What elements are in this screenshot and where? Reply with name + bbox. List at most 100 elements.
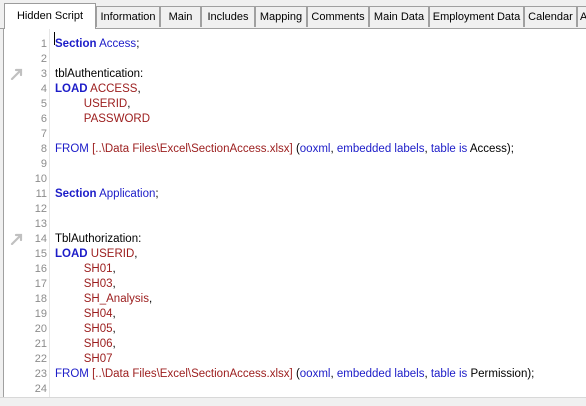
plain-token: ( — [292, 368, 300, 380]
identifier-token: FROM — [55, 143, 89, 155]
tab-mapping[interactable]: Mapping — [255, 6, 307, 27]
line-code: SH_Analysis, — [55, 292, 152, 307]
field-token: USERID — [83, 98, 128, 110]
script-line: 17 SH03, — [4, 277, 586, 292]
script-editor[interactable]: 1 Section Access; 2 3 tblAuthentication: 4 LOA… — [3, 29, 586, 397]
field-token: SH07 — [83, 353, 113, 365]
script-line: 24 — [4, 382, 586, 397]
script-line: 1 Section Access; — [4, 37, 586, 52]
line-code: SH03, — [55, 277, 116, 292]
tab-information[interactable]: Information — [96, 6, 160, 27]
script-line: 23 FROM [..\Data Files\Excel\SectionAcces… — [4, 367, 586, 382]
tab-comments[interactable]: Comments — [307, 6, 369, 27]
plain-token: , — [112, 263, 116, 275]
script-line: 12 — [4, 202, 586, 217]
identifier-token: Access — [99, 38, 137, 50]
plain-token: , — [112, 308, 116, 320]
line-code: tblAuthentication: — [55, 67, 143, 82]
plain-token: , — [112, 323, 116, 335]
tab-main[interactable]: Main — [160, 6, 201, 27]
line-code: LOAD USERID, — [55, 247, 137, 262]
line-number: 17 — [34, 278, 47, 290]
line-code: SH07 — [55, 352, 113, 367]
script-line: 6 PASSWORD — [4, 112, 586, 127]
field-token: SH03 — [83, 278, 113, 290]
script-line: 10 — [4, 172, 586, 187]
script-line: 2 — [4, 52, 586, 67]
plain-token: , — [137, 83, 141, 95]
tab-hidden-script[interactable]: Hidden Script — [4, 3, 96, 29]
identifier-token: FROM — [55, 368, 89, 380]
line-code: FROM [..\Data Files\Excel\SectionAccess.… — [55, 142, 514, 157]
line-number: 15 — [34, 248, 47, 260]
field-token: SH05 — [83, 323, 113, 335]
line-number: 19 — [34, 308, 47, 320]
plain-token: Access); — [467, 143, 514, 155]
identifier-token: ooxml — [299, 143, 331, 155]
line-number: 10 — [34, 173, 47, 185]
script-line: 14 TblAuthorization: — [4, 232, 586, 247]
plain-token: tblAuthentication: — [55, 68, 144, 80]
line-code: USERID, — [55, 97, 131, 112]
line-code: SH04, — [55, 307, 116, 322]
line-number: 14 — [34, 233, 47, 245]
line-number: 3 — [40, 68, 47, 80]
tab-employment-data[interactable]: Employment Data — [429, 6, 524, 27]
tab-calendar[interactable]: Calendar — [524, 6, 577, 27]
plain-token: , — [148, 293, 153, 305]
line-code: SH06, — [55, 337, 116, 352]
line-number: 12 — [34, 203, 47, 215]
keyword-token: LOAD — [55, 248, 88, 260]
script-line: 3 tblAuthentication: — [4, 67, 586, 82]
tab-overflow-partial[interactable]: A — [577, 6, 586, 27]
keyword-token: LOAD — [55, 83, 88, 95]
script-line: 21 SH06, — [4, 337, 586, 352]
script-line: 19 SH04, — [4, 307, 586, 322]
line-number: 13 — [34, 218, 47, 230]
line-number: 1 — [40, 38, 47, 50]
script-line: 13 — [4, 217, 586, 232]
line-number: 20 — [34, 323, 47, 335]
keyword-token: Section — [55, 38, 97, 50]
field-token: SH_Analysis — [83, 293, 149, 305]
script-line: 8 FROM [..\Data Files\Excel\SectionAccess… — [4, 142, 586, 157]
plain-token: , — [112, 278, 116, 290]
identifier-token: Application — [99, 188, 156, 200]
line-number: 24 — [34, 383, 47, 395]
line-code: LOAD ACCESS, — [55, 82, 141, 97]
tab-includes[interactable]: Includes — [201, 6, 255, 27]
text-caret — [54, 32, 55, 45]
line-code: PASSWORD — [55, 112, 150, 127]
identifier-token: table is — [430, 143, 468, 155]
plain-token: Permission); — [467, 368, 535, 380]
script-line: 5 USERID, — [4, 97, 586, 112]
field-token: ACCESS — [90, 83, 138, 95]
script-line: 4 LOAD ACCESS, — [4, 82, 586, 97]
field-token: PASSWORD — [83, 113, 151, 125]
line-number: 18 — [34, 293, 47, 305]
line-code: SH01, — [55, 262, 116, 277]
script-line: 11 Section Application; — [4, 187, 586, 202]
identifier-token: embedded labels — [336, 368, 425, 380]
line-number: 5 — [40, 98, 47, 110]
plain-token: , — [134, 248, 138, 260]
script-line: 16 SH01, — [4, 262, 586, 277]
line-number: 11 — [35, 188, 47, 200]
script-line: 22 SH07 — [4, 352, 586, 367]
line-code: FROM [..\Data Files\Excel\SectionAccess.… — [55, 367, 534, 382]
plain-token: TblAuthorization: — [55, 233, 142, 245]
field-token: [..\Data Files\Excel\SectionAccess.xlsx] — [92, 143, 293, 155]
horizontal-scrollbar[interactable] — [0, 397, 586, 406]
line-number: 2 — [40, 53, 47, 65]
line-number: 6 — [40, 113, 47, 125]
tab-main-data[interactable]: Main Data — [369, 6, 429, 27]
line-number: 22 — [34, 353, 47, 365]
line-code: Section Access; — [55, 37, 139, 52]
